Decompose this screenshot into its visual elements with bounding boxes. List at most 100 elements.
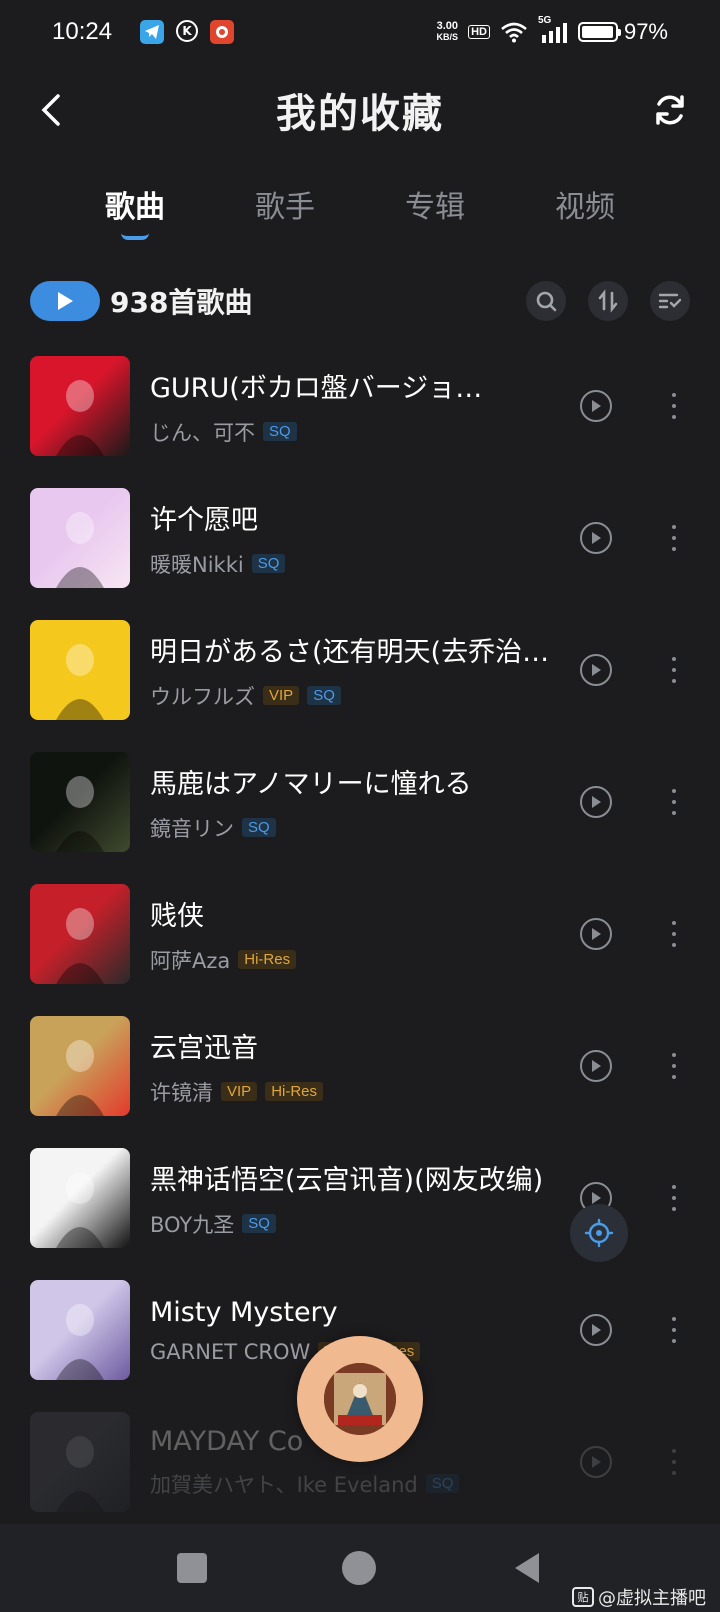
sq-badge: SQ <box>425 1474 460 1493</box>
play-video-button[interactable] <box>580 522 612 554</box>
chevron-left-icon <box>41 94 60 126</box>
album-cover <box>30 752 130 852</box>
play-video-button[interactable] <box>580 1314 612 1346</box>
album-cover <box>30 1016 130 1116</box>
play-icon <box>592 1324 601 1336</box>
play-icon <box>592 400 601 412</box>
sq-badge: SQ <box>307 686 341 705</box>
album-cover <box>30 1148 130 1248</box>
recent-apps-button[interactable] <box>177 1553 208 1583</box>
song-row[interactable]: GURU(ボカロ盤バージョ… じん、可不 SQ <box>0 340 720 472</box>
hires-badge: Hi-Res <box>238 950 297 969</box>
play-icon <box>58 292 73 310</box>
back-triangle-icon[interactable] <box>511 1551 543 1585</box>
hd-icon: HD <box>468 25 490 39</box>
song-title: GURU(ボカロ盤バージョ… <box>150 372 483 404</box>
checklist-icon <box>658 293 682 309</box>
album-cover <box>30 620 130 720</box>
play-video-button[interactable] <box>580 1446 612 1478</box>
tab-active-indicator <box>121 233 149 240</box>
song-artist: じん、可不 <box>150 420 255 445</box>
more-options-button[interactable] <box>664 390 684 422</box>
sort-button[interactable] <box>588 281 628 321</box>
play-video-button[interactable] <box>580 390 612 422</box>
play-video-button[interactable] <box>580 1050 612 1082</box>
album-cover <box>30 1280 130 1380</box>
song-row[interactable]: 许个愿吧 暖暖Nikki SQ <box>0 472 720 604</box>
play-icon <box>592 928 601 940</box>
play-video-button[interactable] <box>580 918 612 950</box>
song-title: 云宫迅音 <box>150 1032 258 1064</box>
refresh-icon <box>656 95 684 125</box>
search-button[interactable] <box>526 281 566 321</box>
home-button[interactable] <box>341 1551 376 1585</box>
battery-icon <box>577 22 621 42</box>
tab-videos[interactable]: 视频 <box>543 178 627 240</box>
song-row[interactable]: 云宫迅音 许镜清 VIP Hi-Res <box>0 1000 720 1132</box>
tab-songs[interactable]: 歌曲 <box>93 178 177 240</box>
song-row[interactable]: 馬鹿はアノマリーに憧れる鏡音リン SQ <box>0 736 720 868</box>
more-options-button[interactable] <box>664 1314 684 1346</box>
refresh-button[interactable] <box>646 86 694 134</box>
telegram-icon <box>140 20 165 44</box>
hires-badge: Hi-Res <box>265 1082 324 1101</box>
shop-app-icon <box>210 20 235 44</box>
sq-badge: SQ <box>242 1214 276 1233</box>
vip-badge: VIP <box>263 686 300 705</box>
watermark: 贴 @虚拟主播吧 <box>572 1584 706 1610</box>
header: 我的收藏 <box>0 72 720 148</box>
more-options-button[interactable] <box>664 1050 684 1082</box>
net-speed: 3.00 KB/S <box>436 20 459 43</box>
song-title: 馬鹿はアノマリーに憧れる <box>150 768 472 800</box>
crosshair-icon <box>584 1218 614 1248</box>
play-icon <box>592 664 601 676</box>
locate-current-button[interactable] <box>570 1204 628 1262</box>
play-icon <box>592 796 601 808</box>
status-app-icons: K <box>140 20 235 44</box>
tab-albums[interactable]: 专辑 <box>393 178 477 240</box>
song-artist: 暖暖Nikki <box>150 552 244 577</box>
k-app-icon: K <box>176 20 199 42</box>
back-button[interactable] <box>28 86 76 134</box>
tab-bar: 歌曲 歌手 专辑 视频 <box>60 178 660 240</box>
album-cover <box>30 488 130 588</box>
more-options-button[interactable] <box>664 1182 684 1214</box>
more-options-button[interactable] <box>664 654 684 686</box>
mini-player[interactable] <box>297 1336 423 1462</box>
page-title: 我的收藏 <box>276 91 444 137</box>
song-row[interactable]: 贱侠 阿萨Aza Hi-Res <box>0 868 720 1000</box>
play-icon <box>592 532 601 544</box>
multi-select-button[interactable] <box>650 281 690 321</box>
song-artist: 加賀美ハヤト、Ike Eveland <box>150 1472 418 1497</box>
play-all-button[interactable] <box>30 281 100 321</box>
album-cover <box>30 1412 130 1512</box>
song-title: Misty Mystery <box>150 1296 338 1328</box>
more-options-button[interactable] <box>664 786 684 818</box>
song-artist: 鏡音リン <box>150 816 234 841</box>
status-bar: 10:24 K 3.00 KB/S HD 5G 97% <box>0 0 720 64</box>
album-cover <box>30 356 130 456</box>
song-row[interactable]: 明日があるさ(还有明天(去乔治… ウルフルズ VIP SQ <box>0 604 720 736</box>
play-icon <box>592 1060 601 1072</box>
sq-badge: SQ <box>242 818 276 837</box>
song-artist: GARNET CROW <box>150 1339 311 1364</box>
list-toolbar: 938首歌曲 <box>30 274 690 328</box>
more-options-button[interactable] <box>664 522 684 554</box>
tieba-icon: 贴 <box>572 1587 594 1607</box>
song-artist: ウルフルズ <box>150 684 255 709</box>
tab-artists[interactable]: 歌手 <box>243 178 327 240</box>
play-icon <box>592 1456 601 1468</box>
more-options-button[interactable] <box>664 1446 684 1478</box>
song-title: 贱侠 <box>150 900 204 932</box>
song-artist: BOY九圣 <box>150 1212 235 1237</box>
status-right: 3.00 KB/S HD 5G 97% <box>436 15 668 45</box>
more-options-button[interactable] <box>664 918 684 950</box>
play-video-button[interactable] <box>580 654 612 686</box>
play-video-button[interactable] <box>580 786 612 818</box>
search-icon <box>536 291 557 312</box>
status-time: 10:24 <box>52 18 113 45</box>
sort-icon <box>598 289 618 313</box>
album-cover <box>30 884 130 984</box>
sq-badge: SQ <box>251 554 286 573</box>
sq-badge: SQ <box>263 422 297 441</box>
